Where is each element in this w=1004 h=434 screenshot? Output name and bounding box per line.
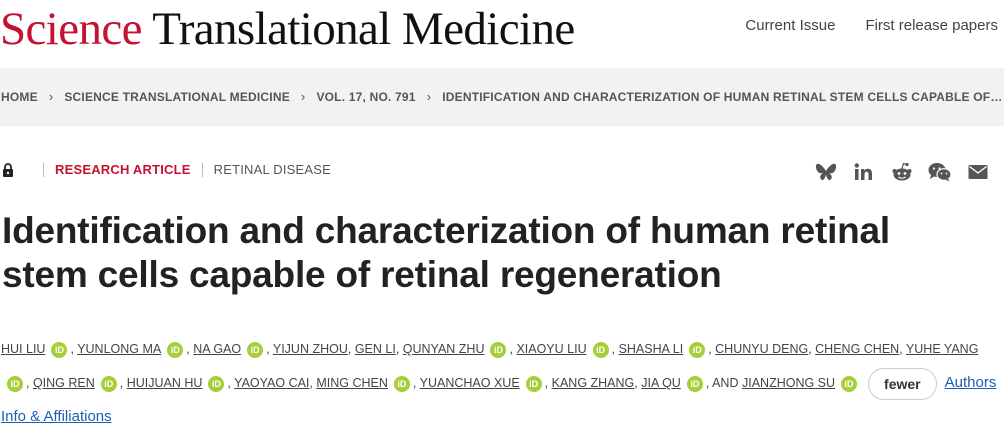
share-bar: [814, 160, 990, 184]
orcid-icon[interactable]: iD: [247, 341, 264, 358]
breadcrumb-article: IDENTIFICATION AND CHARACTERIZATION OF H…: [442, 89, 1003, 104]
author-link[interactable]: YAOYAO CAI: [234, 376, 309, 390]
fewer-button[interactable]: fewer: [868, 367, 937, 400]
author-link[interactable]: HUI LIU: [1, 342, 45, 356]
orcid-icon[interactable]: iD: [51, 341, 68, 358]
orcid-icon[interactable]: iD: [208, 375, 225, 392]
article-title: Identification and characterization of h…: [2, 210, 891, 295]
article-meta: RESEARCH ARTICLE RETINAL DISEASE: [2, 162, 331, 177]
orcid-icon[interactable]: iD: [686, 375, 703, 392]
author-link[interactable]: GEN LI: [355, 342, 396, 356]
divider: [43, 162, 44, 177]
reddit-icon[interactable]: [890, 160, 914, 184]
chevron-right-icon: ›: [300, 89, 306, 104]
author-link[interactable]: JIA QU: [641, 376, 681, 390]
breadcrumb-home[interactable]: HOME: [1, 90, 38, 104]
email-icon[interactable]: [966, 160, 990, 184]
author-link[interactable]: HUIJUAN HU: [127, 376, 203, 390]
author-link[interactable]: YUHE YANG: [906, 342, 978, 356]
orcid-icon[interactable]: iD: [592, 341, 609, 358]
author-link[interactable]: CHUNYU DENG: [715, 342, 808, 356]
author-link[interactable]: KANG ZHANG: [552, 376, 635, 390]
chevron-right-icon: ›: [426, 89, 432, 104]
orcid-icon[interactable]: iD: [689, 341, 706, 358]
breadcrumb-volume[interactable]: VOL. 17, NO. 791: [316, 90, 415, 104]
site-header: Science Translational Medicine Current I…: [0, 0, 1004, 68]
divider: [201, 162, 203, 177]
and-text: AND: [712, 376, 739, 390]
lock-icon: [2, 162, 16, 177]
orcid-icon[interactable]: iD: [100, 375, 117, 392]
linkedin-icon[interactable]: [852, 160, 876, 184]
orcid-icon[interactable]: iD: [490, 341, 507, 358]
orcid-icon[interactable]: iD: [7, 375, 23, 392]
author-link[interactable]: YUANCHAO XUE: [420, 376, 520, 390]
article-subject[interactable]: RETINAL DISEASE: [214, 162, 331, 177]
article-type: RESEARCH ARTICLE: [55, 162, 191, 177]
breadcrumb: HOME › SCIENCE TRANSLATIONAL MEDICINE › …: [1, 89, 1003, 104]
nav-current-issue[interactable]: Current Issue: [745, 17, 835, 34]
chevron-right-icon: ›: [48, 89, 54, 104]
author-list: HUI LIU iD, YUNLONG MA iD, NA GAO iD, YIJUN…: [1, 341, 997, 425]
author-link[interactable]: JIANZHONG SU: [742, 376, 835, 390]
author-link[interactable]: NA GAO: [193, 342, 241, 356]
author-link[interactable]: YUNLONG MA: [77, 342, 161, 356]
author-link[interactable]: QUNYAN ZHU: [403, 342, 485, 356]
site-logo[interactable]: Science Translational Medicine: [0, 2, 575, 56]
top-nav: Current Issue First release papers: [745, 17, 998, 34]
author-link[interactable]: XIAOYU LIU: [516, 342, 586, 356]
orcid-icon[interactable]: iD: [841, 375, 858, 392]
breadcrumb-bar: HOME › SCIENCE TRANSLATIONAL MEDICINE › …: [0, 68, 1004, 126]
author-link[interactable]: YIJUN ZHOU: [273, 342, 348, 356]
author-link[interactable]: MING CHEN: [316, 376, 388, 390]
breadcrumb-journal[interactable]: SCIENCE TRANSLATIONAL MEDICINE: [64, 90, 290, 104]
bluesky-icon[interactable]: [814, 160, 838, 184]
orcid-icon[interactable]: iD: [525, 375, 542, 392]
author-link[interactable]: QING REN: [33, 376, 95, 390]
author-link[interactable]: SHASHA LI: [619, 342, 684, 356]
orcid-icon[interactable]: iD: [167, 341, 184, 358]
author-link[interactable]: CHENG CHEN: [815, 342, 899, 356]
wechat-icon[interactable]: [928, 160, 952, 184]
nav-first-release[interactable]: First release papers: [865, 17, 998, 34]
orcid-icon[interactable]: iD: [393, 375, 410, 392]
